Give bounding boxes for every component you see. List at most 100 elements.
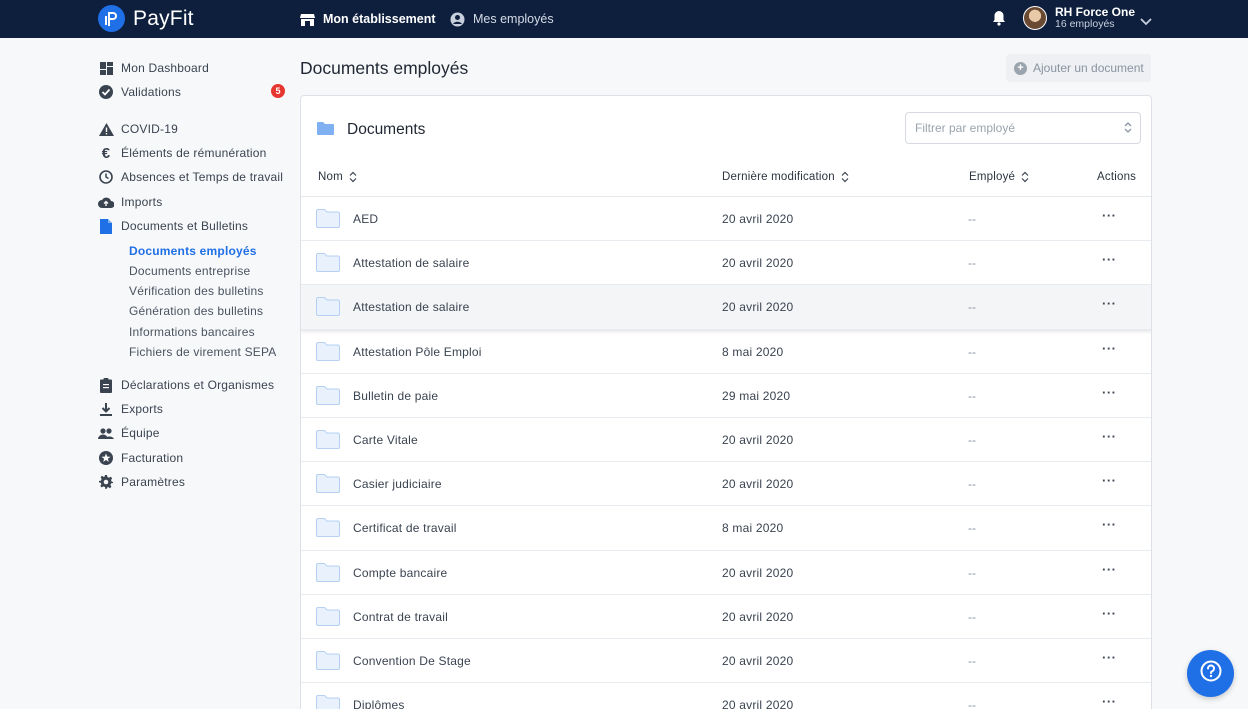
table-row[interactable]: Attestation Pôle Emploi 8 mai 2020 -- ··…: [301, 330, 1151, 374]
sidebar-sub-verification-bulletins[interactable]: Vérification des bulletins: [129, 282, 264, 300]
more-actions-icon[interactable]: ···: [1102, 385, 1117, 400]
table-row[interactable]: Certificat de travail 8 mai 2020 -- ···: [301, 506, 1151, 551]
cloud-upload-icon: [98, 194, 114, 210]
user-circle-icon: [450, 12, 465, 27]
sidebar-item-absences[interactable]: Absences et Temps de travail: [98, 167, 283, 187]
table-row[interactable]: Casier judiciaire 20 avril 2020 -- ···: [301, 462, 1151, 507]
column-header-label: Dernière modification: [722, 171, 835, 183]
more-actions-icon[interactable]: ···: [1102, 341, 1117, 356]
table-row[interactable]: Diplômes 20 avril 2020 -- ···: [301, 683, 1151, 709]
sidebar-item-remuneration[interactable]: € Éléments de rémunération: [98, 143, 267, 163]
document-name: Casier judiciaire: [353, 477, 442, 492]
store-icon: [300, 13, 315, 26]
chevron-down-icon[interactable]: [1140, 13, 1152, 31]
document-name: Contrat de travail: [353, 609, 448, 624]
sidebar-item-covid[interactable]: COVID-19: [98, 119, 178, 139]
more-actions-icon[interactable]: ···: [1102, 694, 1117, 709]
sidebar-item-label: Facturation: [121, 451, 184, 465]
sidebar-item-label: COVID-19: [121, 122, 178, 136]
document-employee: --: [968, 432, 976, 447]
document-date: 20 avril 2020: [722, 432, 794, 447]
top-bar: PayFit Mon établissement Mes employés RH…: [0, 0, 1248, 38]
folder-icon: [316, 695, 340, 709]
document-employee: --: [968, 653, 976, 668]
column-header-employe[interactable]: Employé: [969, 171, 1029, 183]
clipboard-icon: [98, 377, 114, 393]
folder-icon: [316, 518, 340, 542]
sidebar-item-label: Paramètres: [121, 475, 186, 489]
more-actions-icon[interactable]: ···: [1102, 562, 1117, 577]
sidebar-item-facturation[interactable]: Facturation: [98, 448, 183, 468]
more-actions-icon[interactable]: ···: [1102, 606, 1117, 621]
table-row[interactable]: Carte Vitale 20 avril 2020 -- ···: [301, 418, 1151, 463]
sidebar-item-documents-bulletins[interactable]: Documents et Bulletins: [98, 216, 248, 236]
page-title: Documents employés: [300, 58, 469, 78]
nav-mon-etablissement-label: Mon établissement: [323, 12, 436, 26]
table-row[interactable]: Convention De Stage 20 avril 2020 -- ···: [301, 639, 1151, 684]
sidebar-item-validations[interactable]: Validations: [98, 82, 181, 102]
sidebar-item-label: Exports: [121, 402, 164, 416]
document-employee: --: [968, 344, 976, 359]
table-row[interactable]: Bulletin de paie 29 mai 2020 -- ···: [301, 374, 1151, 418]
nav-mon-etablissement[interactable]: Mon établissement: [300, 0, 436, 38]
document-name: Certificat de travail: [353, 521, 457, 536]
sidebar-item-label: Déclarations et Organismes: [121, 378, 275, 392]
more-actions-icon[interactable]: ···: [1102, 296, 1117, 311]
more-actions-icon[interactable]: ···: [1102, 429, 1117, 444]
table-row[interactable]: Contrat de travail 20 avril 2020 -- ···: [301, 595, 1151, 639]
sidebar-item-label: Absences et Temps de travail: [121, 170, 284, 184]
sidebar-item-declarations[interactable]: Déclarations et Organismes: [98, 375, 274, 395]
table-row[interactable]: Attestation de salaire 20 avril 2020 -- …: [301, 241, 1151, 286]
sidebar-item-parametres[interactable]: Paramètres: [98, 472, 185, 492]
documents-card: Documents Filtrer par employé Nom Derniè…: [300, 95, 1152, 709]
column-header-label: Actions: [1097, 171, 1137, 183]
check-circle-icon: [98, 84, 114, 100]
sort-icon: [349, 171, 357, 183]
document-date: 29 mai 2020: [722, 388, 791, 403]
document-employee: --: [968, 565, 976, 580]
sidebar-item-exports[interactable]: Exports: [98, 399, 163, 419]
sidebar-item-equipe[interactable]: Équipe: [98, 423, 160, 443]
column-header-nom[interactable]: Nom: [318, 171, 357, 183]
document-name: Convention De Stage: [353, 653, 471, 668]
sidebar-sub-generation-bulletins[interactable]: Génération des bulletins: [129, 302, 263, 320]
folder-icon: [316, 297, 340, 321]
sidebar-sub-informations-bancaires[interactable]: Informations bancaires: [129, 323, 255, 341]
sidebar-item-dashboard[interactable]: Mon Dashboard: [98, 58, 209, 78]
payfit-logo[interactable]: PayFit: [98, 5, 194, 32]
document-employee: --: [968, 521, 976, 536]
sort-icon: [1021, 171, 1029, 183]
help-button[interactable]: [1187, 650, 1234, 697]
sidebar-sub-fichiers-sepa[interactable]: Fichiers de virement SEPA: [129, 343, 277, 361]
document-name: Diplômes: [353, 698, 405, 709]
add-document-button[interactable]: + Ajouter un document: [1006, 54, 1151, 82]
employee-filter-select[interactable]: Filtrer par employé: [905, 112, 1141, 144]
people-icon: [98, 425, 114, 441]
account-name: RH Force One: [1055, 5, 1136, 19]
sidebar-sub-documents-employes[interactable]: Documents employés: [129, 242, 257, 260]
star-icon: [98, 450, 114, 466]
column-header-derniere-modification[interactable]: Dernière modification: [722, 171, 849, 183]
more-actions-icon[interactable]: ···: [1102, 650, 1117, 665]
sidebar-sub-documents-entreprise[interactable]: Documents entreprise: [129, 262, 250, 280]
warning-icon: [98, 121, 114, 137]
more-actions-icon[interactable]: ···: [1102, 252, 1117, 267]
document-date: 20 avril 2020: [722, 212, 794, 226]
avatar: [1023, 6, 1047, 30]
sidebar-item-imports[interactable]: Imports: [98, 192, 162, 212]
table-row[interactable]: Compte bancaire 20 avril 2020 -- ···: [301, 551, 1151, 595]
document-employee: --: [968, 300, 976, 315]
folder-icon: [316, 341, 340, 366]
more-actions-icon[interactable]: ···: [1102, 473, 1117, 488]
more-actions-icon[interactable]: ···: [1102, 208, 1117, 223]
column-header-label: Employé: [969, 171, 1016, 183]
nav-mes-employes[interactable]: Mes employés: [450, 0, 554, 38]
bell-icon[interactable]: [992, 10, 1006, 31]
account-menu[interactable]: RH Force One 16 employés: [1023, 6, 1135, 30]
sidebar-item-label: Équipe: [121, 426, 160, 440]
table-row[interactable]: AED 20 avril 2020 -- ···: [301, 197, 1151, 242]
table-row[interactable]: Attestation de salaire 20 avril 2020 -- …: [301, 285, 1151, 330]
app-name: PayFit: [133, 6, 194, 30]
more-actions-icon[interactable]: ···: [1102, 517, 1117, 532]
folder-icon: [316, 385, 340, 410]
